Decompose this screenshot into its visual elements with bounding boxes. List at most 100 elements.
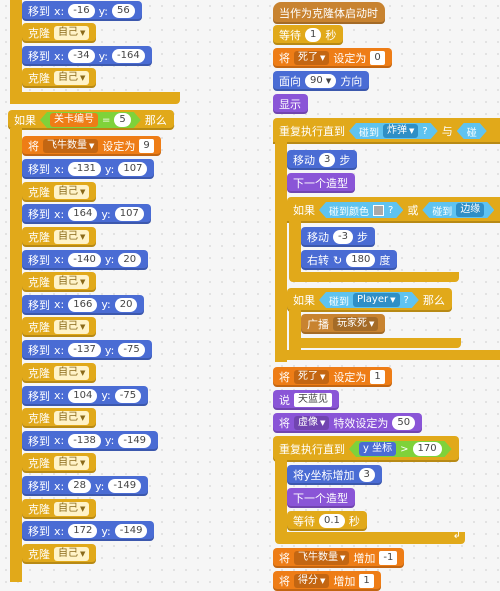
y-input[interactable]: 107 bbox=[118, 162, 148, 176]
steps-back-input[interactable]: -3 bbox=[333, 230, 353, 244]
y-input[interactable]: -149 bbox=[118, 433, 152, 448]
goto-xy-block[interactable]: 移到 x: 172 y: -149 bbox=[22, 521, 155, 542]
clone-target-dropdown[interactable]: 自己 ▼ bbox=[54, 411, 90, 425]
change-y-block[interactable]: 将y坐标增加 3 bbox=[287, 465, 382, 485]
cow-count-dropdown[interactable]: 飞牛数量 ▼ bbox=[43, 139, 99, 153]
point-direction-block[interactable]: 面向 90 ▼ 方向 bbox=[273, 71, 370, 91]
x-input[interactable]: -140 bbox=[68, 252, 101, 267]
repeat-until-y-block[interactable]: 重复执行直到 y 坐标 > 170 bbox=[273, 436, 459, 462]
wait-seconds-input[interactable]: 1 bbox=[305, 28, 322, 42]
turn-degrees-input[interactable]: 180 bbox=[346, 253, 376, 267]
create-clone-block[interactable]: 克隆 自己 ▼ bbox=[22, 272, 97, 293]
effect-dropdown[interactable]: 虚像 ▼ bbox=[294, 416, 330, 430]
if-level-block[interactable]: 如果 关卡编号 = 5 那么 bbox=[8, 110, 174, 130]
set-dead-block[interactable]: 将 死了 ▼ 设定为 0 bbox=[273, 48, 392, 68]
goto-xy-block[interactable]: 移到 x: -138 y: -149 bbox=[22, 430, 159, 451]
goto-xy-block[interactable]: 移到 x: 104 y: -75 bbox=[22, 385, 149, 406]
change-cow-count-block[interactable]: 将 飞牛数量 ▼ 增加 -1 bbox=[273, 548, 405, 568]
wait-2-block[interactable]: 等待 0.1 秒 bbox=[287, 511, 367, 531]
touching-bomb-condition[interactable]: 碰到 炸弹 ▼ ? bbox=[349, 123, 438, 139]
y-input[interactable]: -75 bbox=[114, 388, 142, 403]
x-input[interactable]: 28 bbox=[68, 479, 91, 494]
x-input[interactable]: 166 bbox=[68, 297, 98, 312]
change-score-value[interactable]: 1 bbox=[359, 574, 374, 588]
score-dropdown[interactable]: 得分 ▼ bbox=[294, 574, 330, 588]
repeat-until-block[interactable]: 重复执行直到 碰到 炸弹 ▼ ? 与 碰 bbox=[273, 118, 500, 144]
x-input[interactable]: -16 bbox=[68, 4, 95, 18]
turn-right-block[interactable]: 右转 ↻ 180 度 bbox=[301, 250, 398, 270]
create-clone-block[interactable]: 克隆 自己 ▼ bbox=[22, 226, 97, 247]
next-costume-2-block[interactable]: 下一个造型 bbox=[287, 488, 355, 508]
y-input[interactable]: 107 bbox=[114, 207, 144, 222]
equals-operator[interactable]: 关卡编号 = 5 bbox=[40, 112, 141, 128]
clone-target-dropdown[interactable]: 自己 ▼ bbox=[54, 275, 90, 290]
direction-dropdown[interactable]: 90 ▼ bbox=[305, 74, 337, 88]
clone-target-dropdown[interactable]: 自己 ▼ bbox=[54, 501, 90, 516]
wait-2-input[interactable]: 0.1 bbox=[319, 514, 345, 528]
y-input[interactable]: 56 bbox=[111, 4, 135, 18]
x-input[interactable]: 104 bbox=[68, 388, 98, 403]
set-dead-1-block[interactable]: 将 死了 ▼ 设定为 1 bbox=[273, 367, 392, 387]
greater-than-operator[interactable]: y 坐标 > 170 bbox=[349, 441, 452, 457]
goto-xy-block[interactable]: 移到 x: -34 y: -164 bbox=[22, 46, 152, 66]
say-text-input[interactable]: 天蓝见 bbox=[294, 393, 332, 407]
set-cow-count-block[interactable]: 将 飞牛数量 ▼ 设定为 9 bbox=[22, 136, 161, 156]
goto-xy-block[interactable]: 移到 x: -137 y: -75 bbox=[22, 340, 152, 361]
set-effect-block[interactable]: 将 虚像 ▼ 特效设定为 50 bbox=[273, 413, 423, 433]
x-input[interactable]: -138 bbox=[68, 433, 101, 448]
y-position-reporter[interactable]: y 坐标 bbox=[359, 442, 396, 456]
y-input[interactable]: -149 bbox=[108, 479, 142, 494]
create-clone-block[interactable]: 克隆 自己 ▼ bbox=[22, 498, 97, 519]
cow-count-dropdown-2[interactable]: 飞牛数量 ▼ bbox=[294, 551, 350, 565]
player-dropdown[interactable]: Player ▼ bbox=[353, 293, 400, 307]
change-cow-value[interactable]: -1 bbox=[379, 551, 398, 565]
change-y-input[interactable]: 3 bbox=[358, 468, 375, 482]
edge-dropdown[interactable]: 边缘 bbox=[456, 203, 484, 217]
dead-var-dropdown[interactable]: 死了 ▼ bbox=[294, 51, 330, 65]
create-clone-block[interactable]: 克隆 自己 ▼ bbox=[22, 23, 97, 43]
message-dropdown[interactable]: 玩家死 ▼ bbox=[333, 317, 379, 331]
level-value[interactable]: 5 bbox=[114, 113, 130, 127]
level-var-reporter[interactable]: 关卡编号 bbox=[50, 113, 98, 127]
goto-xy-block[interactable]: 移到 x: 166 y: 20 bbox=[22, 294, 145, 315]
goto-xy-block[interactable]: 移到 x: 164 y: 107 bbox=[22, 204, 151, 225]
cow-count-value[interactable]: 9 bbox=[139, 139, 154, 153]
clone-target-dropdown[interactable]: 自己 ▼ bbox=[54, 229, 90, 244]
y-limit-input[interactable]: 170 bbox=[413, 442, 442, 456]
next-costume-block[interactable]: 下一个造型 bbox=[287, 173, 355, 193]
touching-condition-2[interactable]: 碰 bbox=[457, 123, 487, 139]
dead-var-dropdown-2[interactable]: 死了 ▼ bbox=[294, 370, 330, 384]
clone-target-dropdown[interactable]: 自己 ▼ bbox=[54, 184, 90, 199]
if-touching-player-block[interactable]: 如果 碰到 Player ▼ ? 那么 bbox=[287, 288, 452, 312]
x-input[interactable]: -131 bbox=[68, 162, 101, 176]
goto-xy-block[interactable]: 移到 x: -140 y: 20 bbox=[22, 249, 149, 270]
y-input[interactable]: 20 bbox=[114, 297, 138, 312]
create-clone-block[interactable]: 克隆 自己 ▼ bbox=[22, 453, 97, 474]
clone-target-dropdown[interactable]: 自己 ▼ bbox=[54, 546, 90, 561]
say-block[interactable]: 说 天蓝见 bbox=[273, 390, 339, 410]
move-back-block[interactable]: 移动 -3 步 bbox=[301, 227, 375, 247]
clone-target-dropdown[interactable]: 自己 ▼ bbox=[54, 365, 90, 380]
bomb-dropdown[interactable]: 炸弹 ▼ bbox=[383, 124, 418, 138]
goto-xy-block[interactable]: 移到 x: -131 y: 107 bbox=[22, 159, 155, 179]
clone-target-dropdown[interactable]: 自己 ▼ bbox=[54, 71, 90, 85]
effect-value-input[interactable]: 50 bbox=[392, 416, 416, 430]
create-clone-block[interactable]: 克隆 自己 ▼ bbox=[22, 408, 97, 428]
steps-input[interactable]: 3 bbox=[319, 153, 336, 167]
x-input[interactable]: 172 bbox=[68, 524, 98, 539]
create-clone-block[interactable]: 克隆 自己 ▼ bbox=[22, 68, 97, 88]
y-input[interactable]: 20 bbox=[118, 252, 142, 267]
y-input[interactable]: -75 bbox=[118, 343, 145, 358]
goto-xy-block[interactable]: 移到 x: 28 y: -149 bbox=[22, 476, 149, 497]
color-swatch[interactable] bbox=[373, 205, 384, 216]
touching-edge-condition[interactable]: 碰到 边缘 bbox=[422, 202, 494, 218]
touching-color-condition[interactable]: 碰到颜色 ? bbox=[319, 202, 403, 218]
x-input[interactable]: 164 bbox=[68, 207, 98, 222]
move-steps-block[interactable]: 移动 3 步 bbox=[287, 150, 358, 170]
create-clone-block[interactable]: 克隆 自己 ▼ bbox=[22, 543, 97, 564]
clone-target-dropdown[interactable]: 自己 ▼ bbox=[54, 320, 90, 335]
if-touching-color-block[interactable]: 如果 碰到颜色 ? 或 碰到 边缘 bbox=[287, 197, 500, 223]
dead-value[interactable]: 0 bbox=[370, 51, 385, 65]
wait-block[interactable]: 等待 1 秒 bbox=[273, 25, 344, 45]
show-block[interactable]: 显示 bbox=[273, 94, 308, 114]
